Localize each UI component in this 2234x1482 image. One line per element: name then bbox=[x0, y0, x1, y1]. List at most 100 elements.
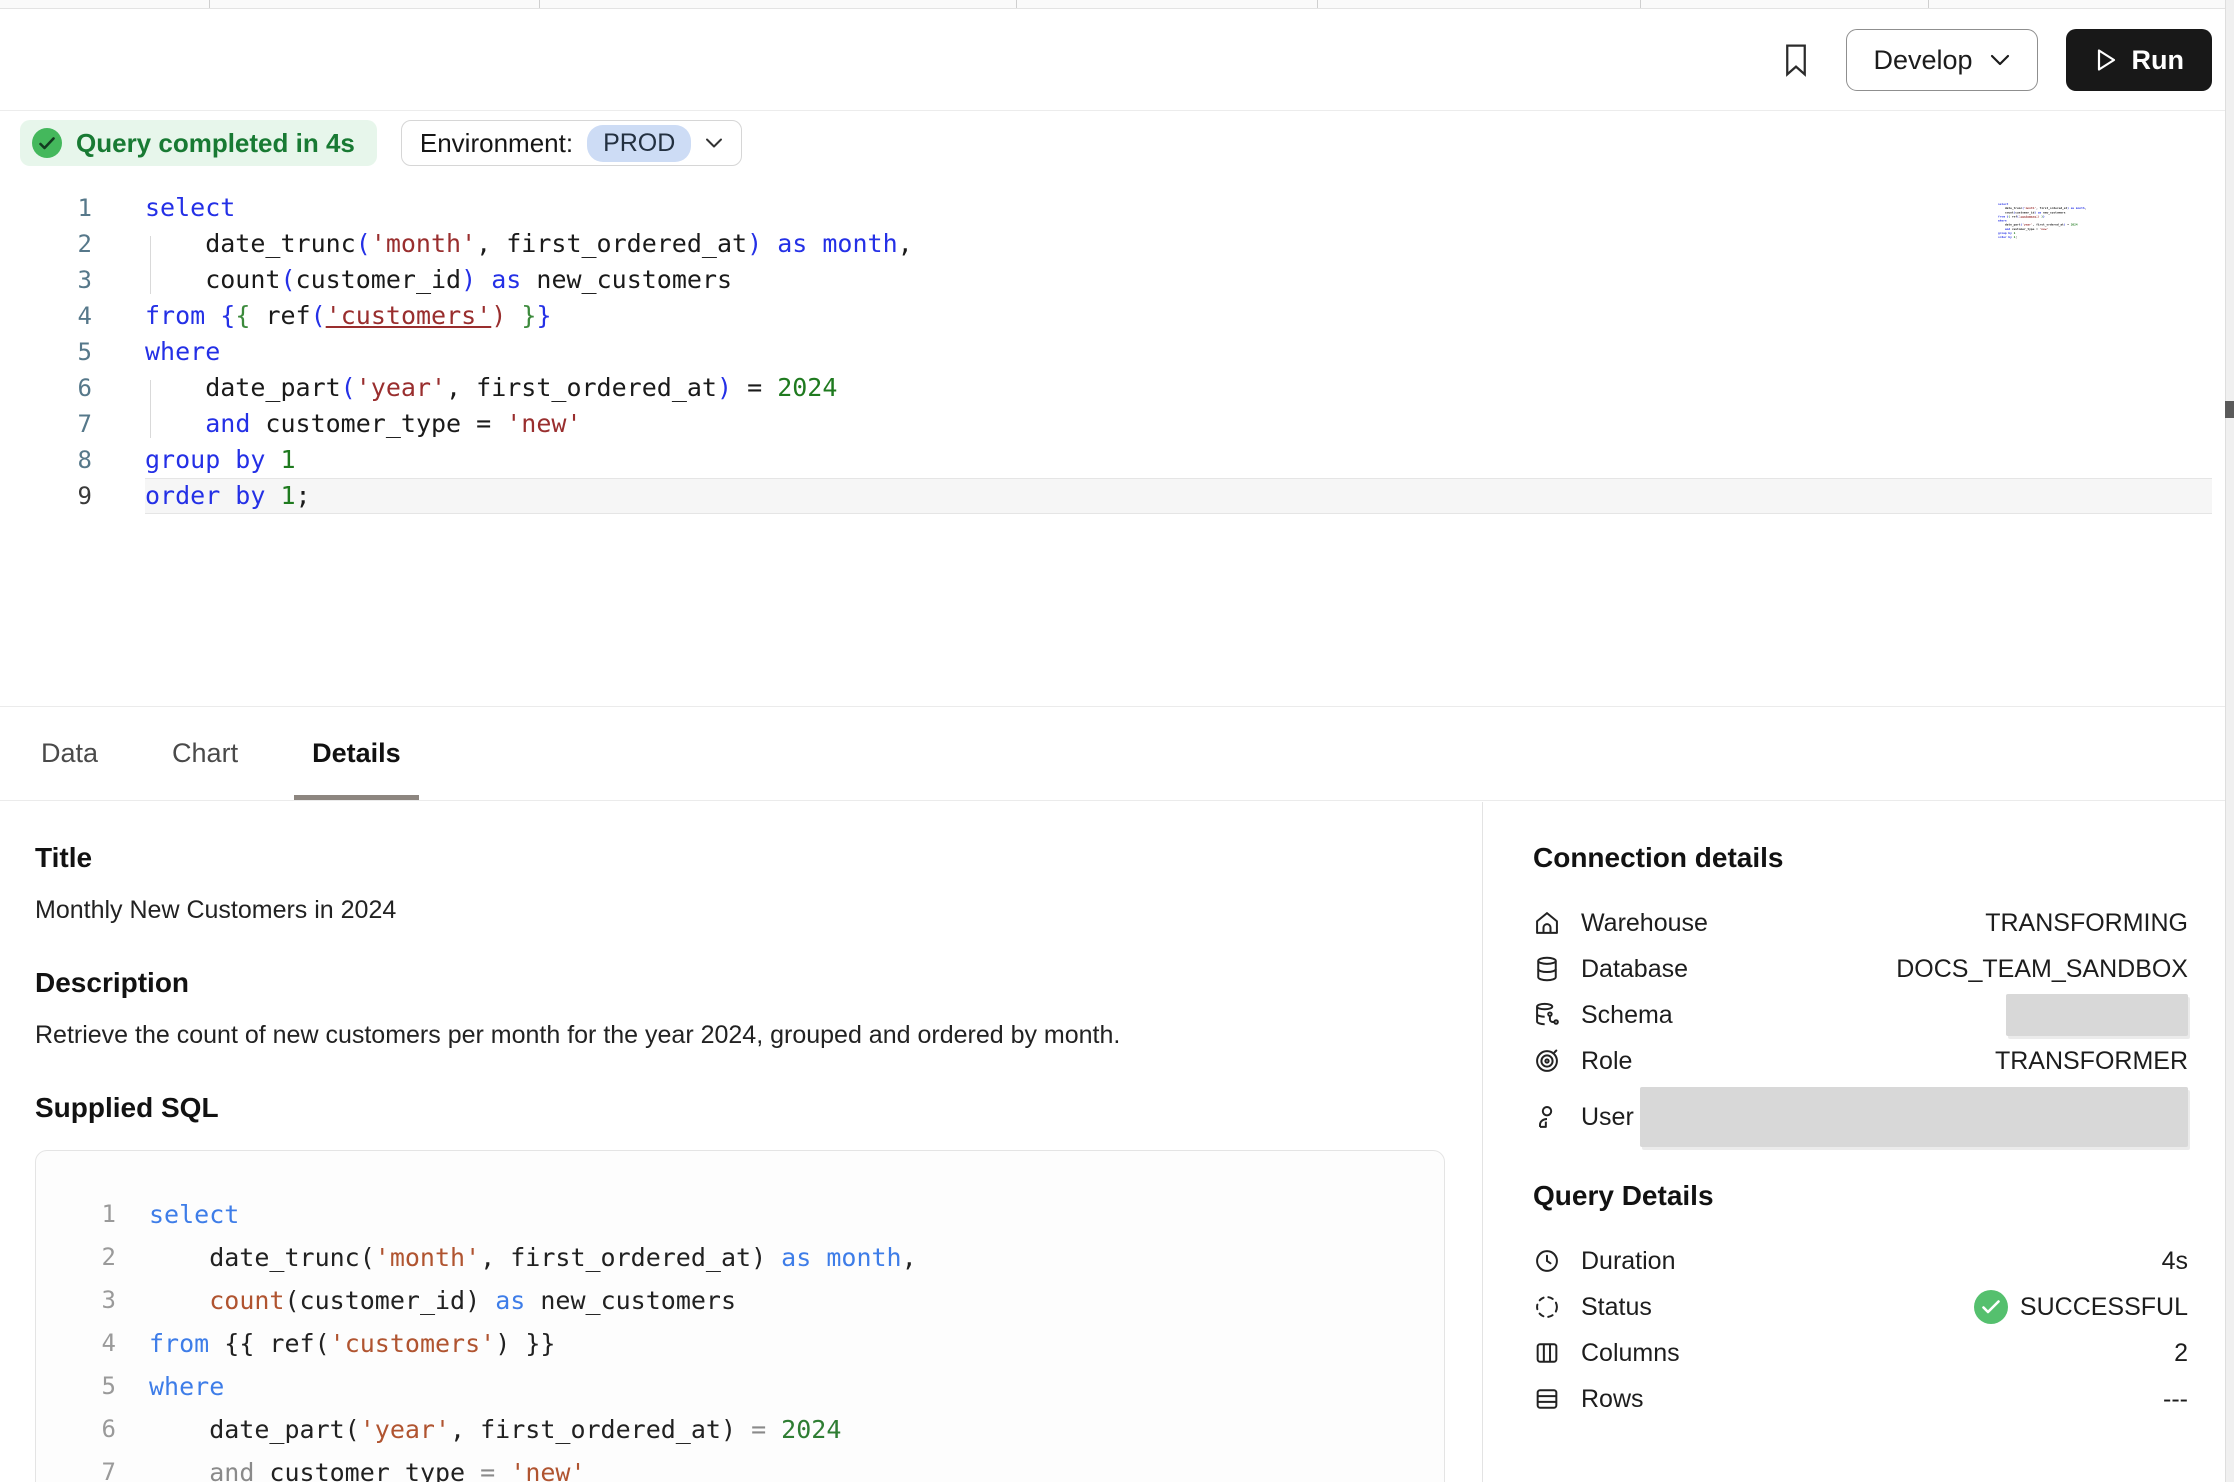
detail-label: Role bbox=[1581, 1047, 1632, 1076]
code-text: group by 1 bbox=[145, 442, 296, 478]
detail-value: DOCS_TEAM_SANDBOX bbox=[1896, 955, 2188, 984]
tab-strip-divider bbox=[209, 0, 210, 8]
detail-label: Columns bbox=[1581, 1339, 1680, 1368]
code-line: 2 date_trunc('month', first_ordered_at) … bbox=[0, 226, 2224, 262]
tab-strip-divider bbox=[1317, 0, 1318, 8]
app-window: Develop Run bbox=[0, 0, 2234, 1482]
run-button[interactable]: Run bbox=[2066, 29, 2212, 91]
code-line: 5where bbox=[66, 1365, 1444, 1408]
code-text: from {{ ref('customers') }} bbox=[145, 298, 552, 334]
line-number: 4 bbox=[66, 1322, 116, 1365]
connection-details-header: Connection details bbox=[1533, 842, 2188, 874]
tab-details[interactable]: Details bbox=[306, 707, 407, 800]
line-number: 8 bbox=[0, 442, 92, 478]
supplied-sql-header: Supplied SQL bbox=[35, 1092, 1447, 1124]
toolbar: Develop Run bbox=[0, 10, 2234, 111]
code-text: count(customer_id) as new_customers bbox=[149, 1279, 736, 1322]
title-value: Monthly New Customers in 2024 bbox=[35, 896, 1447, 925]
description-header: Description bbox=[35, 967, 1447, 999]
code-text: date_part('year', first_ordered_at) = 20… bbox=[145, 370, 837, 406]
details-panel: Title Monthly New Customers in 2024 Desc… bbox=[0, 802, 1482, 1482]
columns-icon bbox=[1533, 1338, 1563, 1368]
scrollbar-thumb[interactable] bbox=[2225, 401, 2234, 418]
query-status-row: Query completed in 4s Environment: PROD bbox=[20, 120, 742, 166]
detail-row-rows: Rows--- bbox=[1533, 1376, 2188, 1422]
detail-label: User bbox=[1581, 1103, 1634, 1132]
success-check-icon bbox=[1974, 1290, 2008, 1324]
run-label: Run bbox=[2132, 45, 2184, 76]
active-line-highlight bbox=[145, 478, 2212, 514]
code-line: 5where bbox=[0, 334, 2224, 370]
environment-value-chip: PROD bbox=[587, 125, 691, 162]
detail-label: Database bbox=[1581, 955, 1688, 984]
detail-label: Rows bbox=[1581, 1385, 1644, 1414]
code-text: date_trunc('month', first_ordered_at) as… bbox=[149, 1236, 917, 1279]
title-header: Title bbox=[35, 842, 1447, 874]
detail-row-user: User bbox=[1533, 1084, 2188, 1150]
code-line: 6 date_part('year', first_ordered_at) = … bbox=[0, 370, 2224, 406]
sql-editor[interactable]: 1select2 date_trunc('month', first_order… bbox=[0, 190, 2224, 705]
indent-guide bbox=[150, 380, 151, 438]
indent-guide bbox=[150, 236, 151, 294]
duration-icon bbox=[1533, 1246, 1563, 1276]
detail-row-duration: Duration 4s bbox=[1533, 1238, 2188, 1284]
chevron-down-icon bbox=[1989, 53, 2011, 67]
develop-dropdown-button[interactable]: Develop bbox=[1846, 29, 2037, 91]
tab-strip-divider bbox=[1640, 0, 1641, 8]
code-line: 1select bbox=[0, 190, 2224, 226]
code-line: 2 date_trunc('month', first_ordered_at) … bbox=[66, 1236, 1444, 1279]
line-number: 2 bbox=[66, 1236, 116, 1279]
line-number: 9 bbox=[0, 478, 92, 514]
line-number: 6 bbox=[66, 1408, 116, 1451]
detail-value: 4s bbox=[2162, 1247, 2188, 1276]
detail-label: Duration bbox=[1581, 1247, 1676, 1276]
check-circle-icon bbox=[32, 128, 62, 158]
detail-row-columns: Columns 2 bbox=[1533, 1330, 2188, 1376]
code-line: 8 group by 1 bbox=[0, 442, 2224, 478]
supplied-sql-code-block: 1select2 date_trunc('month', first_order… bbox=[35, 1150, 1445, 1482]
detail-value bbox=[1640, 1087, 2188, 1147]
code-text: from {{ ref('customers') }} bbox=[149, 1322, 555, 1365]
scrollbar-track[interactable] bbox=[2225, 0, 2234, 1482]
code-line: 3 count(customer_id) as new_customers bbox=[66, 1279, 1444, 1322]
line-number: 1 bbox=[0, 190, 92, 226]
code-line: 7 and customer_type = 'new' bbox=[0, 406, 2224, 442]
code-line: 4 from {{ ref('customers') }} bbox=[0, 298, 2224, 334]
redacted-value-box bbox=[2006, 994, 2188, 1036]
line-number: 7 bbox=[0, 406, 92, 442]
query-details-header: Query Details bbox=[1533, 1180, 2188, 1212]
user-icon bbox=[1533, 1102, 1563, 1132]
code-line: 1 select bbox=[66, 1193, 1444, 1236]
chevron-down-icon bbox=[705, 137, 723, 149]
line-number: 2 bbox=[0, 226, 92, 262]
detail-label: Warehouse bbox=[1581, 909, 1708, 938]
bookmark-button[interactable] bbox=[1774, 38, 1818, 82]
line-number: 1 bbox=[66, 1193, 116, 1236]
detail-value bbox=[2006, 994, 2188, 1036]
code-line: 4 from {{ ref('customers') }} bbox=[66, 1322, 1444, 1365]
detail-label: Status bbox=[1581, 1293, 1652, 1322]
line-number: 5 bbox=[66, 1365, 116, 1408]
line-number: 4 bbox=[0, 298, 92, 334]
detail-label: Schema bbox=[1581, 1001, 1673, 1030]
editor-minimap[interactable]: select date_trunc('month', first_ordered… bbox=[1998, 202, 2118, 272]
description-value: Retrieve the count of new customers per … bbox=[35, 1021, 1447, 1050]
play-icon bbox=[2094, 47, 2118, 73]
detail-row-schema: Schema bbox=[1533, 992, 2188, 1038]
detail-value: 2 bbox=[2174, 1339, 2188, 1368]
status-icon bbox=[1533, 1292, 1563, 1322]
tab-chart[interactable]: Chart bbox=[166, 707, 244, 800]
code-line: 9order by 1; bbox=[0, 478, 2224, 514]
line-number: 5 bbox=[0, 334, 92, 370]
tab-data[interactable]: Data bbox=[35, 707, 104, 800]
environment-select[interactable]: Environment: PROD bbox=[401, 120, 742, 166]
code-text: date_part('year', first_ordered_at) = 20… bbox=[149, 1408, 841, 1451]
code-text: and customer_type = 'new' bbox=[149, 1451, 586, 1482]
schema-icon bbox=[1533, 1000, 1563, 1030]
top-tab-strip bbox=[0, 0, 2234, 9]
code-text: select bbox=[149, 1193, 239, 1236]
line-number: 6 bbox=[0, 370, 92, 406]
results-tabbar: Data Chart Details bbox=[0, 706, 2234, 801]
query-status-text: Query completed in 4s bbox=[76, 128, 355, 159]
code-text: count(customer_id) as new_customers bbox=[145, 262, 732, 298]
